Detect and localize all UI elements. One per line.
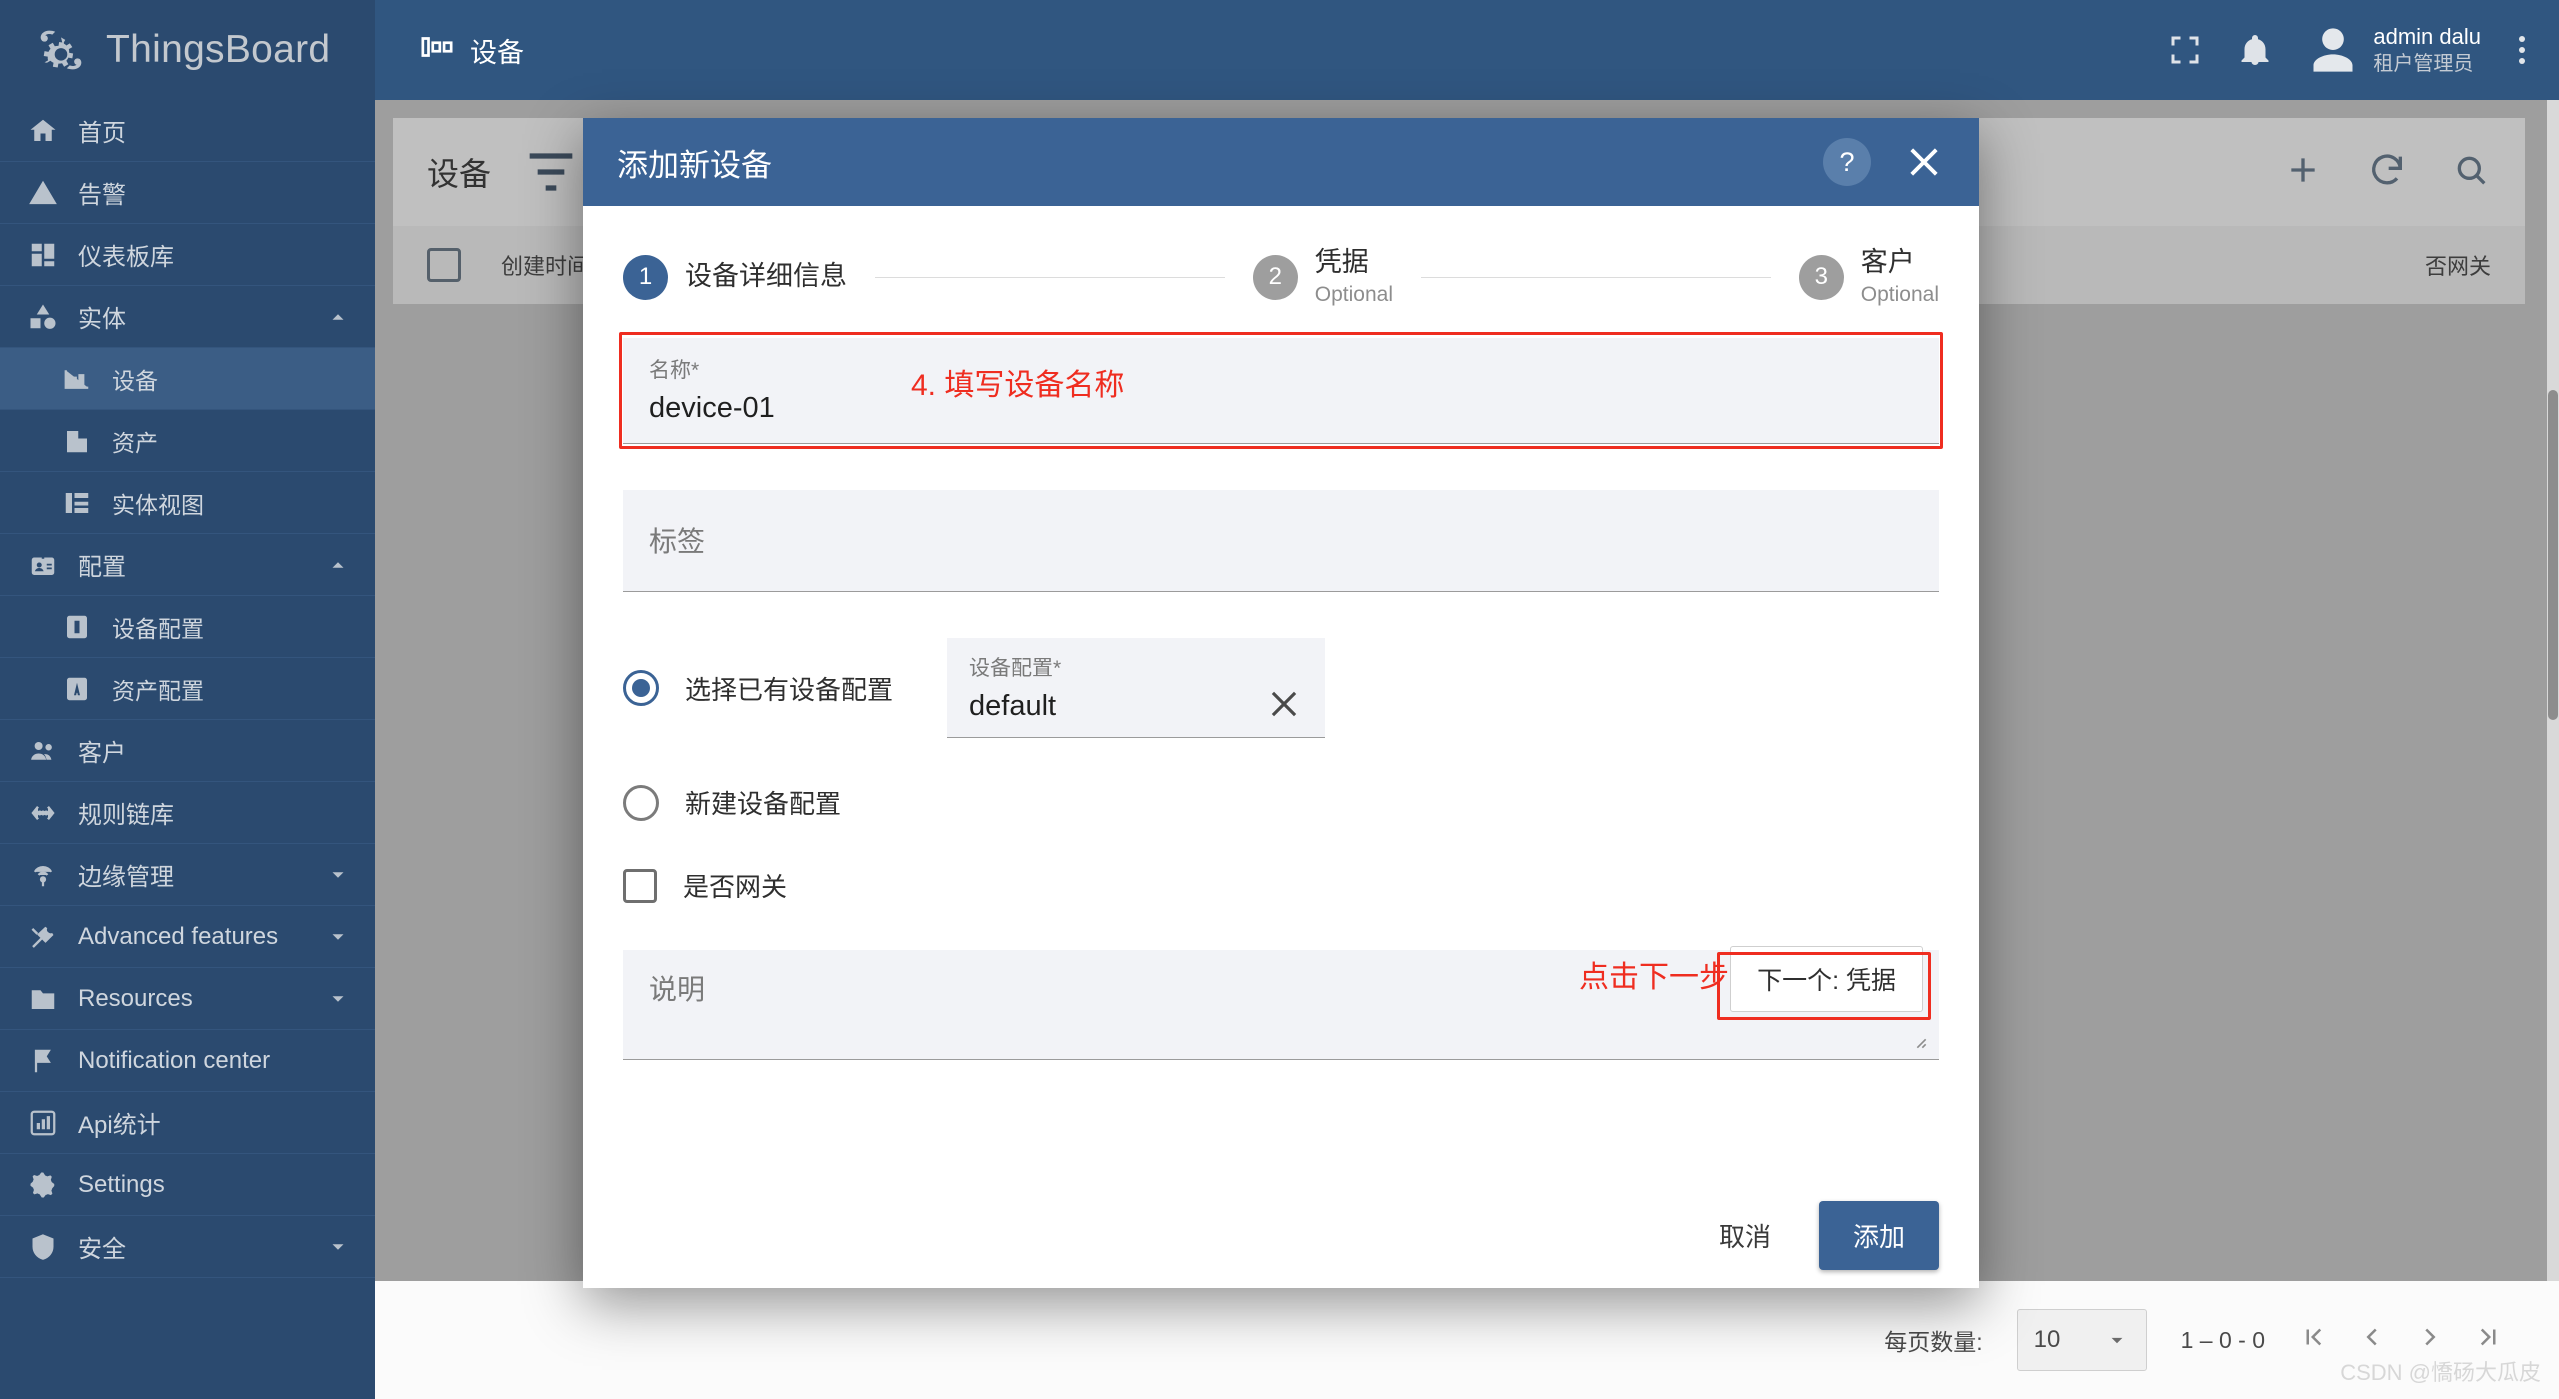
step-connector-2 xyxy=(1421,276,1771,278)
gateway-checkbox[interactable] xyxy=(623,868,657,903)
dialog-header: 添加新设备 ? xyxy=(583,118,1979,206)
step-1-label: 设备详细信息 xyxy=(685,261,847,292)
next-step-button[interactable]: 下一个: 凭据 xyxy=(1730,946,1923,1012)
step-1[interactable]: 1 设备详细信息 xyxy=(623,254,847,300)
gateway-checkbox-label: 是否网关 xyxy=(683,872,788,902)
cancel-button[interactable]: 取消 xyxy=(1697,1203,1793,1268)
help-icon[interactable]: ? xyxy=(1823,138,1871,186)
dialog-stepper: 1 设备详细信息 2 凭据 Optional 3 客户 Optional xyxy=(583,206,1979,316)
radio-existing-profile[interactable] xyxy=(623,670,659,706)
device-profile-label: 设备配置* xyxy=(969,657,1062,680)
clear-x-icon[interactable] xyxy=(1265,685,1303,723)
submit-add-button[interactable]: 添加 xyxy=(1818,1200,1939,1270)
step-2[interactable]: 2 凭据 Optional xyxy=(1252,246,1393,308)
resize-grip-icon[interactable] xyxy=(1909,1031,1929,1051)
step-2-number: 2 xyxy=(1252,254,1298,300)
step-3-sublabel: Optional xyxy=(1860,282,1939,306)
step-1-number: 1 xyxy=(623,254,668,300)
radio-existing-profile-label: 选择已有设备配置 xyxy=(685,674,894,705)
dialog-form: 名称* device-01 4. 填写设备名称 标签 选择已有设备配置 设备配置… xyxy=(583,316,1979,1182)
gateway-row: 是否网关 xyxy=(623,867,1939,904)
device-label-placeholder: 标签 xyxy=(649,525,706,557)
dialog-title: 添加新设备 xyxy=(617,147,772,183)
radio-new-profile[interactable] xyxy=(623,784,659,821)
step-2-label: 凭据 xyxy=(1314,247,1369,277)
dialog-footer: 取消 添加 xyxy=(583,1182,1979,1288)
step-connector-1 xyxy=(875,276,1225,278)
device-profile-value: default xyxy=(969,690,1057,722)
step-3[interactable]: 3 客户 Optional xyxy=(1798,246,1939,308)
annotation-click-next: 点击下一步 xyxy=(1579,961,1729,994)
device-name-label: 名称* xyxy=(649,359,700,382)
step-2-sublabel: Optional xyxy=(1314,282,1393,306)
new-profile-row: 新建设备配置 xyxy=(623,784,1939,821)
radio-new-profile-label: 新建设备配置 xyxy=(685,789,842,819)
device-label-field[interactable]: 标签 xyxy=(623,490,1939,592)
device-name-field[interactable]: 名称* device-01 xyxy=(623,338,1939,444)
add-device-dialog: 添加新设备 ? 1 设备详细信息 2 凭据 Optional 3 客户 Opti… xyxy=(583,118,1979,1288)
close-icon[interactable] xyxy=(1903,141,1945,183)
annotation-fill-name: 4. 填写设备名称 xyxy=(911,369,1125,402)
device-profile-field[interactable]: 设备配置* default xyxy=(947,638,1326,738)
step-3-label: 客户 xyxy=(1860,247,1915,277)
step-3-number: 3 xyxy=(1798,254,1844,300)
device-name-input[interactable]: device-01 xyxy=(649,392,1913,425)
existing-profile-row: 选择已有设备配置 设备配置* default xyxy=(623,638,1939,738)
